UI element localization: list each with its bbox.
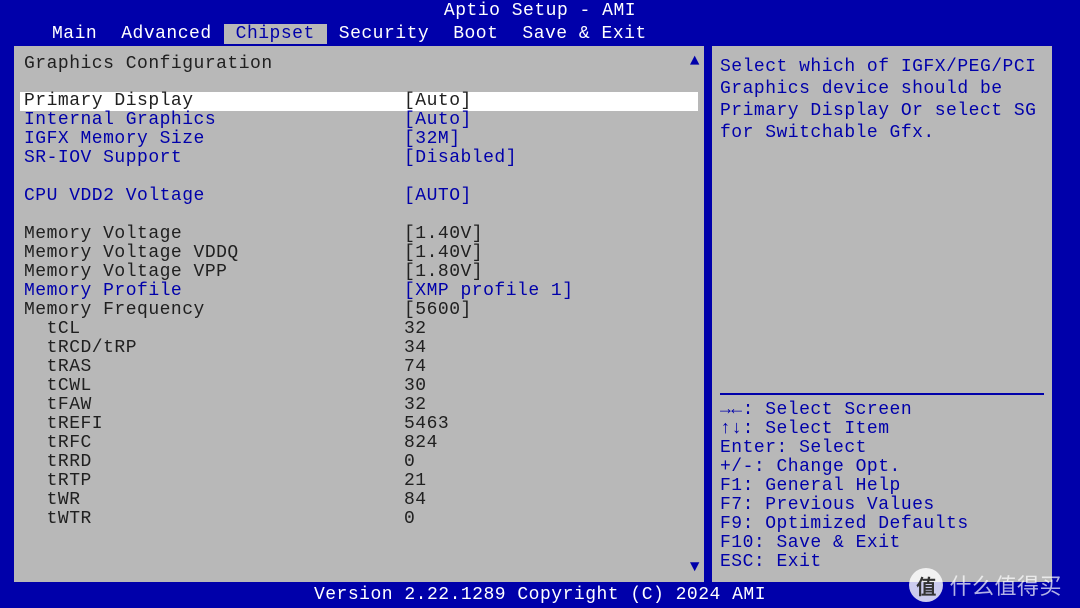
setting-row: Memory Frequency[5600] xyxy=(20,301,698,320)
setting-label: CPU VDD2 Voltage xyxy=(24,187,404,206)
setting-row: tWTR0 xyxy=(20,510,698,529)
setting-value: 84 xyxy=(404,491,698,510)
key-help-line: +/-: Change Opt. xyxy=(720,458,1044,477)
setting-row[interactable]: IGFX Memory Size[32M] xyxy=(20,130,698,149)
help-text: Select which of IGFX/PEG/PCI Graphics de… xyxy=(720,56,1044,144)
help-panel: Select which of IGFX/PEG/PCI Graphics de… xyxy=(712,46,1052,582)
setting-row[interactable]: Memory Profile[XMP profile 1] xyxy=(20,282,698,301)
setting-label: tCWL xyxy=(24,377,404,396)
key-help-line: F9: Optimized Defaults xyxy=(720,515,1044,534)
menu-tab-security[interactable]: Security xyxy=(327,24,441,44)
section-title: Graphics Configuration xyxy=(20,54,698,74)
spacer xyxy=(20,168,698,187)
setting-label: tRTP xyxy=(24,472,404,491)
setting-value: [Auto] xyxy=(404,92,698,111)
scroll-down-icon[interactable]: ▼ xyxy=(690,558,700,576)
setting-row: tCL32 xyxy=(20,320,698,339)
setting-label: tCL xyxy=(24,320,404,339)
menu-tab-advanced[interactable]: Advanced xyxy=(109,24,223,44)
setting-value: [1.80V] xyxy=(404,263,698,282)
setting-row: Memory Voltage VPP[1.80V] xyxy=(20,263,698,282)
watermark-badge-icon: 值 xyxy=(909,568,943,602)
setting-value: 0 xyxy=(404,510,698,529)
menu-tab-chipset[interactable]: Chipset xyxy=(224,24,327,44)
setting-row[interactable]: Internal Graphics[Auto] xyxy=(20,111,698,130)
key-help-line: ↑↓: Select Item xyxy=(720,420,1044,439)
setting-label: Internal Graphics xyxy=(24,111,404,130)
menu-tab-save-exit[interactable]: Save & Exit xyxy=(510,24,658,44)
setting-label: tFAW xyxy=(24,396,404,415)
setting-label: tRRD xyxy=(24,453,404,472)
watermark: 值 什么值得买 xyxy=(909,568,1062,602)
setting-value: 34 xyxy=(404,339,698,358)
setting-label: SR-IOV Support xyxy=(24,149,404,168)
setting-value: 32 xyxy=(404,320,698,339)
key-help-line: F7: Previous Values xyxy=(720,496,1044,515)
setting-row[interactable]: CPU VDD2 Voltage[AUTO] xyxy=(20,187,698,206)
setting-row: tWR84 xyxy=(20,491,698,510)
setting-label: tRCD/tRP xyxy=(24,339,404,358)
setting-row: tRTP21 xyxy=(20,472,698,491)
key-help: →←: Select Screen↑↓: Select ItemEnter: S… xyxy=(720,393,1044,572)
scroll-up-icon[interactable]: ▲ xyxy=(690,52,700,70)
menu-tab-main[interactable]: Main xyxy=(40,24,109,44)
setting-row: tRCD/tRP34 xyxy=(20,339,698,358)
setting-label: Memory Voltage VPP xyxy=(24,263,404,282)
setting-value: [Auto] xyxy=(404,111,698,130)
spacer xyxy=(20,206,698,225)
setting-row: tRAS74 xyxy=(20,358,698,377)
setting-label: Primary Display xyxy=(24,92,404,111)
setting-value: [XMP profile 1] xyxy=(404,282,698,301)
menu-bar: MainAdvancedChipsetSecurityBootSave & Ex… xyxy=(0,22,1080,46)
setting-label: tRAS xyxy=(24,358,404,377)
setting-label: Memory Profile xyxy=(24,282,404,301)
setting-label: tRFC xyxy=(24,434,404,453)
settings-panel: ▲ Graphics Configuration Primary Display… xyxy=(14,46,704,582)
setting-label: Memory Frequency xyxy=(24,301,404,320)
setting-row: tCWL30 xyxy=(20,377,698,396)
setting-value: [1.40V] xyxy=(404,225,698,244)
setting-label: tWTR xyxy=(24,510,404,529)
key-help-line: →←: Select Screen xyxy=(720,401,1044,420)
setting-value: 74 xyxy=(404,358,698,377)
key-help-line: F10: Save & Exit xyxy=(720,534,1044,553)
setting-value: 32 xyxy=(404,396,698,415)
setting-value: 30 xyxy=(404,377,698,396)
menu-tab-boot[interactable]: Boot xyxy=(441,24,510,44)
setting-row: tFAW32 xyxy=(20,396,698,415)
setting-row: Memory Voltage VDDQ[1.40V] xyxy=(20,244,698,263)
setting-row[interactable]: SR-IOV Support[Disabled] xyxy=(20,149,698,168)
setting-row[interactable]: Primary Display[Auto] xyxy=(20,92,698,111)
watermark-text: 什么值得买 xyxy=(949,569,1062,601)
setting-row: Memory Voltage[1.40V] xyxy=(20,225,698,244)
setting-label: tWR xyxy=(24,491,404,510)
setting-value: 21 xyxy=(404,472,698,491)
setting-value: [1.40V] xyxy=(404,244,698,263)
setting-row: tRRD0 xyxy=(20,453,698,472)
setting-row: tRFC824 xyxy=(20,434,698,453)
key-help-line: Enter: Select xyxy=(720,439,1044,458)
setting-value: 5463 xyxy=(404,415,698,434)
setting-row: tREFI5463 xyxy=(20,415,698,434)
setting-value: 0 xyxy=(404,453,698,472)
setting-value: [AUTO] xyxy=(404,187,698,206)
setting-label: tREFI xyxy=(24,415,404,434)
setting-label: Memory Voltage VDDQ xyxy=(24,244,404,263)
setting-label: Memory Voltage xyxy=(24,225,404,244)
setting-value: [Disabled] xyxy=(404,149,698,168)
setting-value: [5600] xyxy=(404,301,698,320)
setting-value: [32M] xyxy=(404,130,698,149)
setting-value: 824 xyxy=(404,434,698,453)
key-help-line: F1: General Help xyxy=(720,477,1044,496)
bios-title: Aptio Setup - AMI xyxy=(0,0,1080,22)
setting-label: IGFX Memory Size xyxy=(24,130,404,149)
main-area: ▲ Graphics Configuration Primary Display… xyxy=(0,46,1080,582)
